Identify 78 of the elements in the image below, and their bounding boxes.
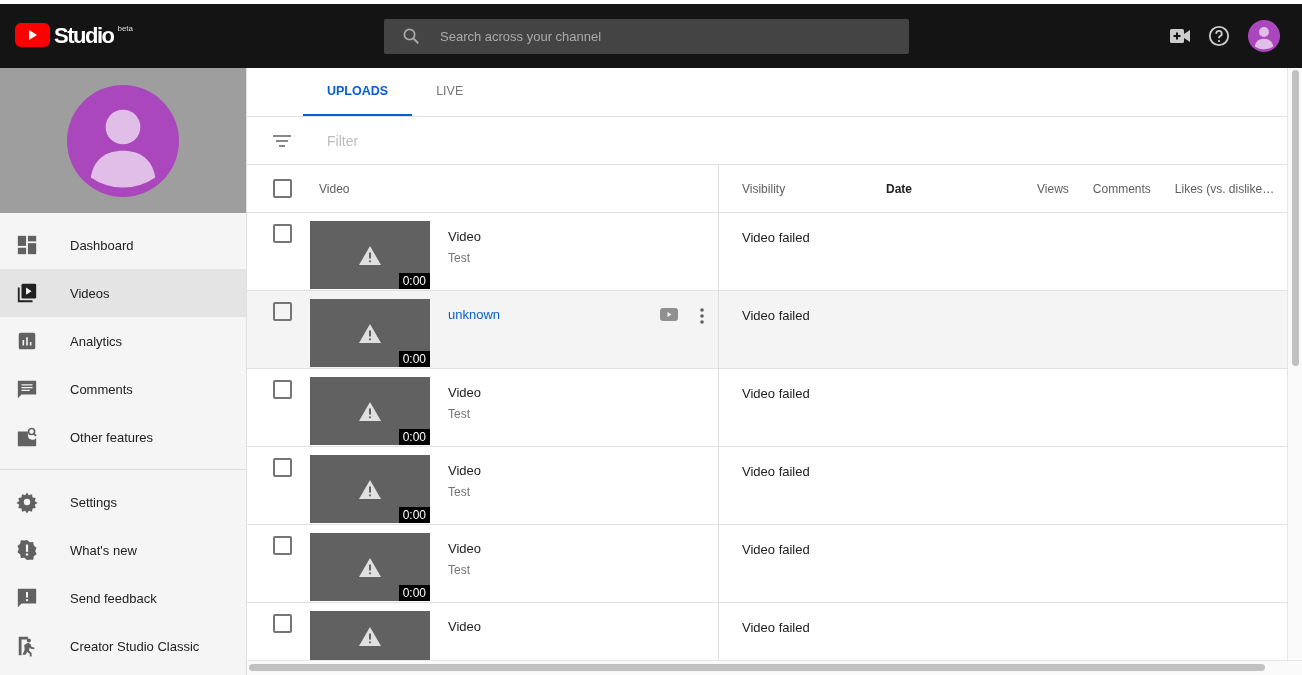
checkbox[interactable] (273, 536, 292, 555)
sidebar-item[interactable]: Settings (0, 478, 246, 526)
tab[interactable]: LIVE (412, 68, 488, 116)
checkbox[interactable] (273, 179, 292, 198)
checkbox[interactable] (273, 458, 292, 477)
video-thumbnail[interactable]: 0:00 (310, 221, 430, 289)
warning-icon (359, 626, 381, 646)
comment-icon (16, 378, 38, 400)
search-field[interactable]: Search across your channel (384, 18, 909, 54)
column-header[interactable]: Views (1037, 181, 1069, 196)
logo-text: Studio (54, 23, 114, 49)
column-header[interactable]: Likes (vs. dislike… (1174, 181, 1275, 196)
warning-icon (359, 323, 381, 343)
video-thumbnail[interactable] (310, 611, 430, 661)
video-description: Test (448, 251, 471, 265)
column-header[interactable]: Date (886, 181, 1013, 196)
channel-avatar-icon (67, 84, 179, 197)
warning-icon (359, 557, 381, 577)
sidebar-item[interactable]: What's new (0, 526, 246, 574)
warning-icon (359, 479, 381, 499)
visibility-status: Video failed (742, 308, 810, 323)
tab[interactable]: UPLOADS (303, 68, 413, 116)
sidebar-item[interactable]: Send feedback (0, 574, 246, 622)
video-description: Test (448, 563, 471, 577)
play-logo-icon (15, 23, 50, 47)
sidebar-item[interactable]: Analytics (0, 317, 246, 365)
play-icon[interactable] (660, 308, 678, 321)
video-camera-icon[interactable] (1170, 29, 1190, 43)
filter-icon[interactable] (273, 134, 291, 147)
video-thumbnail[interactable]: 0:00 (310, 299, 430, 367)
visibility-status: Video failed (742, 542, 810, 557)
sidebar-item[interactable]: Other features (0, 413, 246, 461)
duration-badge: 0:00 (398, 273, 430, 289)
video-thumbnail[interactable]: 0:00 (310, 533, 430, 601)
dashboard-icon (16, 234, 38, 256)
video-title: Video (448, 385, 482, 400)
column-header[interactable]: Visibility (742, 181, 862, 196)
sidebar-item[interactable]: Dashboard (0, 221, 246, 269)
video-title: Video (448, 229, 482, 244)
warning-icon (359, 245, 381, 265)
document-search-icon (16, 426, 38, 448)
more-options-icon[interactable] (700, 308, 704, 324)
video-description: Test (448, 407, 471, 421)
sidebar-item[interactable]: Videos (0, 269, 246, 317)
visibility-status: Video failed (742, 230, 810, 245)
checkbox[interactable] (273, 302, 292, 321)
vertical-scrollbar[interactable] (1287, 68, 1302, 661)
settings-icon (16, 491, 38, 513)
warning-icon (359, 401, 381, 421)
video-title-link[interactable]: unknown (448, 307, 642, 322)
checkbox[interactable] (273, 614, 292, 633)
column-header[interactable]: Video (319, 181, 350, 196)
feedback-icon (16, 587, 38, 609)
column-header[interactable]: Comments (1092, 181, 1151, 196)
video-title: Video (448, 619, 482, 634)
duration-badge: 0:00 (398, 429, 430, 445)
visibility-status: Video failed (742, 464, 810, 479)
video-title: Video (448, 541, 482, 556)
horizontal-scrollbar[interactable] (247, 660, 1302, 675)
sidebar-item[interactable]: Creator Studio Classic (0, 622, 246, 670)
duration-badge: 0:00 (398, 585, 430, 601)
help-icon[interactable] (1208, 25, 1230, 47)
duration-badge: 0:00 (398, 351, 430, 367)
duration-badge: 0:00 (398, 507, 430, 523)
checkbox[interactable] (273, 224, 292, 243)
visibility-status: Video failed (742, 620, 810, 635)
video-title: Video (448, 463, 482, 478)
bar-chart-icon (16, 330, 38, 352)
beta-label: beta (117, 24, 133, 33)
avatar-icon[interactable] (1248, 20, 1280, 52)
visibility-status: Video failed (742, 386, 810, 401)
video-library-icon (16, 282, 38, 304)
video-thumbnail[interactable]: 0:00 (310, 377, 430, 445)
video-thumbnail[interactable]: 0:00 (310, 455, 430, 523)
video-description: Test (448, 485, 471, 499)
checkbox[interactable] (273, 380, 292, 399)
alert-badge-icon (16, 539, 38, 561)
sidebar-item[interactable]: Comments (0, 365, 246, 413)
